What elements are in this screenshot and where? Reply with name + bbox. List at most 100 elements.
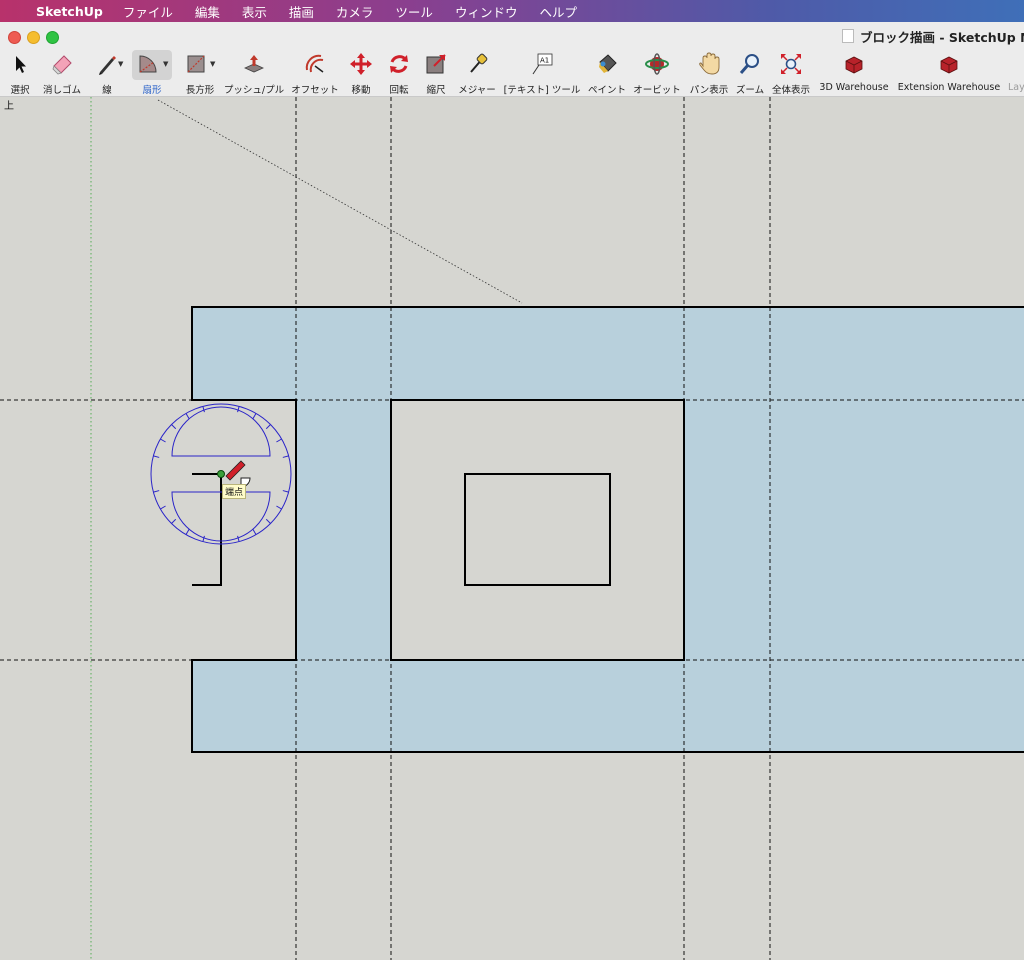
tool-layout-label: Lay: [1008, 82, 1024, 93]
rotate-icon: [390, 55, 408, 73]
protractor-tick: [276, 438, 282, 443]
pie-arc-icon: [139, 55, 157, 73]
tool-paint-bucket[interactable]: ペイント: [584, 48, 630, 96]
tool-pie-label: 扇形: [142, 85, 162, 96]
protractor-tick: [153, 490, 160, 493]
tool-rotate[interactable]: 回転: [382, 48, 416, 96]
protractor-tick: [237, 535, 240, 542]
menu-window[interactable]: ウィンドウ: [455, 2, 518, 21]
tool-text[interactable]: A1 [テキスト] ツール: [502, 48, 582, 96]
protractor-tick: [202, 406, 205, 413]
tool-eraser-label: 消しゴム: [42, 85, 82, 96]
tool-text-label: [テキスト] ツール: [503, 85, 581, 96]
protractor-tick: [237, 406, 240, 413]
menu-view[interactable]: 表示: [242, 2, 267, 21]
tool-paint-bucket-label: ペイント: [587, 85, 627, 96]
tool-line[interactable]: ▼ 線: [90, 48, 124, 96]
drawn-line-edge[interactable]: [192, 473, 222, 586]
inference-dotted-line: [157, 99, 523, 304]
tool-zoom-extents[interactable]: 全体表示: [768, 48, 814, 96]
tool-offset[interactable]: オフセット: [290, 48, 340, 96]
3d-warehouse-icon: [845, 56, 863, 74]
protractor-tick: [265, 424, 271, 430]
tool-rectangle[interactable]: ▼ 長方形: [178, 48, 222, 96]
tool-select-label: 選択: [10, 85, 30, 96]
menu-file[interactable]: ファイル: [123, 2, 173, 21]
orbit-icon: [645, 53, 669, 75]
inner-rectangle-face[interactable]: [391, 400, 684, 660]
tool-pie[interactable]: ▼ 扇形: [130, 48, 174, 96]
extension-warehouse-icon: [940, 56, 958, 74]
tool-layout[interactable]: Lay: [1006, 48, 1024, 96]
push-pull-icon: [244, 55, 264, 73]
protractor-tick: [265, 518, 271, 524]
tape-measure-icon: [470, 53, 488, 73]
tool-zoom-extents-label: 全体表示: [771, 85, 811, 96]
pan-hand-icon: [699, 52, 720, 75]
window-titlebar: ブロック描画 - SketchUp Mak: [0, 22, 1024, 48]
menu-tools[interactable]: ツール: [395, 2, 433, 21]
tool-rectangle-label: 長方形: [185, 85, 215, 96]
protractor-tick: [160, 438, 166, 443]
tool-move[interactable]: 移動: [344, 48, 378, 96]
tool-scale[interactable]: 縮尺: [420, 48, 452, 96]
tool-push-pull[interactable]: プッシュ/プル: [222, 48, 286, 96]
zoom-icon: [739, 54, 759, 74]
protractor-tick: [202, 535, 205, 542]
minimize-window-button[interactable]: [27, 31, 40, 44]
tool-scale-label: 縮尺: [426, 85, 446, 96]
menu-draw[interactable]: 描画: [289, 2, 314, 21]
inference-tooltip: 端点: [222, 484, 247, 499]
scale-icon: [426, 54, 446, 74]
tool-orbit-label: オービット: [633, 85, 681, 96]
svg-text:A1: A1: [540, 57, 549, 65]
protractor-tick: [252, 413, 257, 419]
protractor-tick: [185, 413, 190, 419]
eraser-icon: [52, 55, 72, 75]
pencil-icon: [99, 56, 116, 75]
window-title-text: ブロック描画 - SketchUp Mak: [860, 30, 1024, 45]
drawing-viewport[interactable]: [0, 97, 1024, 960]
protractor-tick: [276, 505, 282, 510]
arc-tool-dropdown-icon[interactable]: ▼: [163, 60, 168, 68]
rectangle-icon: [187, 55, 205, 73]
menu-help[interactable]: ヘルプ: [539, 2, 577, 21]
tool-tape-measure[interactable]: メジャー: [454, 48, 500, 96]
endpoint-inference-marker: [217, 470, 225, 478]
tool-3d-warehouse-label: 3D Warehouse: [819, 82, 889, 93]
zoom-extents-icon: [781, 54, 801, 74]
tool-zoom-label: ズーム: [735, 85, 765, 96]
tool-pan-label: パン表示: [689, 85, 729, 96]
close-window-button[interactable]: [8, 31, 21, 44]
window-title: ブロック描画 - SketchUp Mak: [842, 27, 1024, 46]
tool-select[interactable]: 選択: [4, 48, 36, 96]
protractor-tick: [153, 455, 160, 458]
menu-edit[interactable]: 編集: [195, 2, 220, 21]
shape-tool-dropdown-icon[interactable]: ▼: [210, 60, 215, 68]
protractor-tick: [282, 455, 289, 458]
tool-tape-measure-label: メジャー: [458, 85, 496, 96]
app-menu[interactable]: SketchUp: [36, 4, 103, 19]
select-arrow-icon: [16, 56, 26, 73]
tool-pan[interactable]: パン表示: [686, 48, 732, 96]
protractor-tick: [252, 529, 257, 535]
tool-zoom[interactable]: ズーム: [734, 48, 766, 96]
protractor-tick: [171, 518, 177, 524]
tool-3d-warehouse[interactable]: 3D Warehouse: [816, 48, 892, 96]
tool-offset-label: オフセット: [291, 85, 339, 96]
pencil-cursor-icon: [225, 460, 246, 481]
protractor-tick: [185, 529, 190, 535]
protractor-tick: [171, 424, 177, 430]
protractor-tick: [160, 505, 166, 510]
line-tool-dropdown-icon[interactable]: ▼: [118, 60, 123, 68]
macos-menubar: SketchUp ファイル 編集 表示 描画 カメラ ツール ウィンドウ ヘルプ: [0, 0, 1024, 22]
protractor-tick: [282, 490, 289, 493]
tool-rotate-label: 回転: [389, 85, 409, 96]
menu-camera[interactable]: カメラ: [336, 2, 374, 21]
tool-orbit[interactable]: オービット: [632, 48, 682, 96]
document-icon: [842, 29, 854, 43]
large-tool-set-toolbar: 選択 消しゴム ▼ 線 ▼ 扇形 ▼ 長方形 プッシュ/プル オフセット 移動 …: [0, 48, 1024, 97]
tool-extension-warehouse[interactable]: Extension Warehouse: [894, 48, 1004, 96]
zoom-window-button[interactable]: [46, 31, 59, 44]
tool-eraser[interactable]: 消しゴム: [40, 48, 84, 96]
